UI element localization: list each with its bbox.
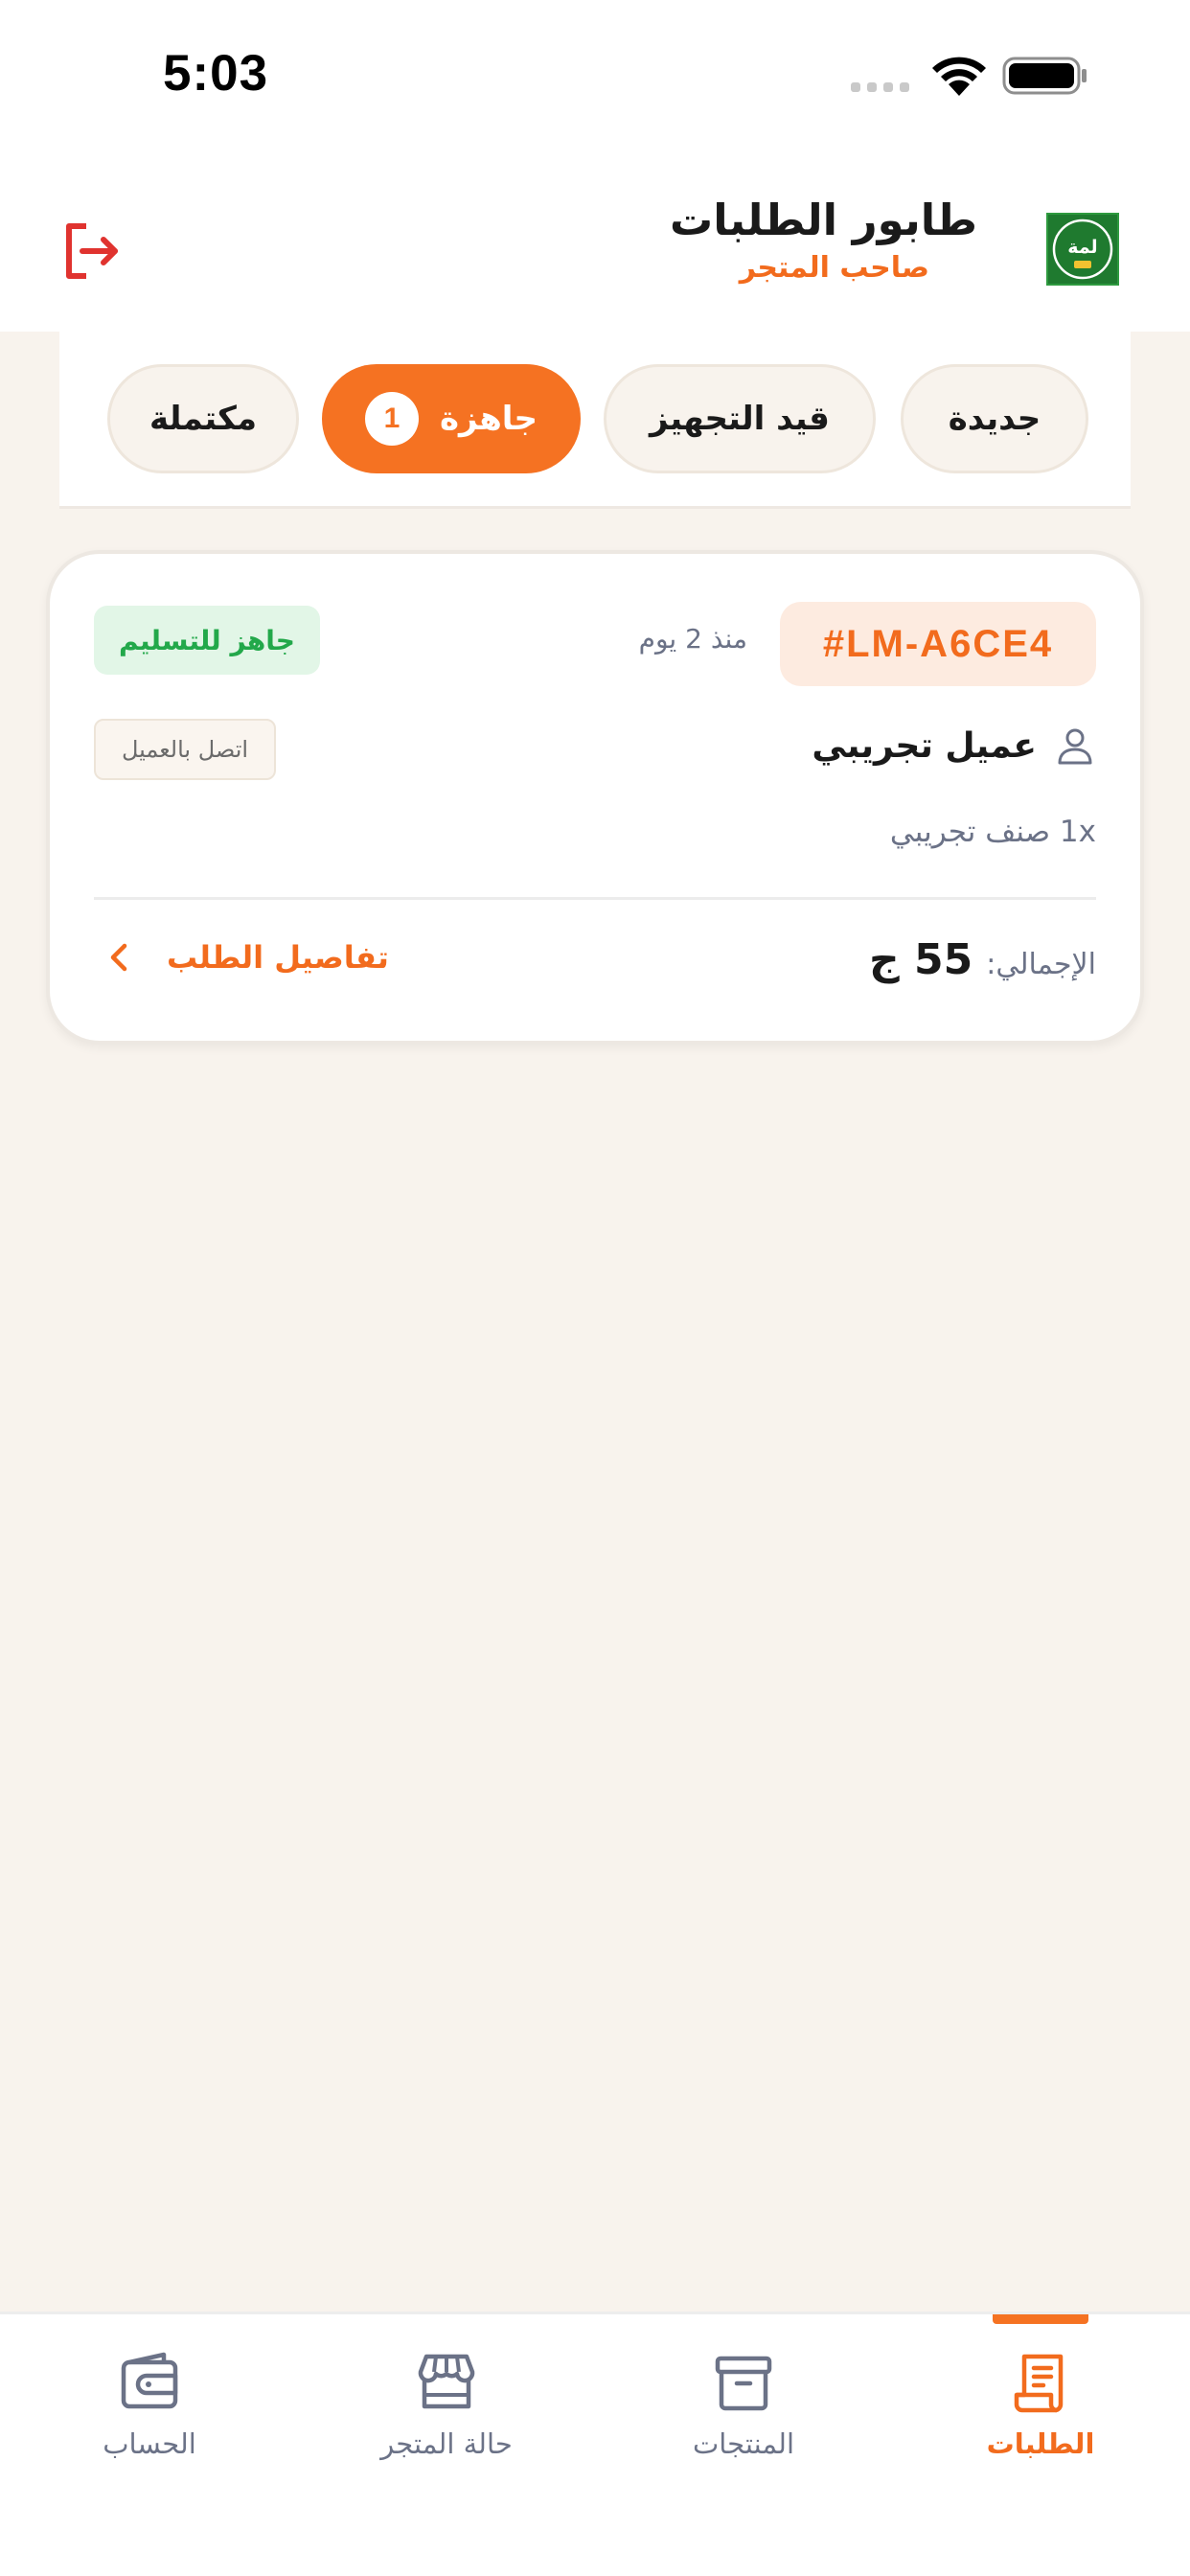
order-age: منذ 2 يوم [638,623,747,655]
nav-label: المنتجات [692,2427,795,2460]
tab-label: جاهزة [439,400,538,438]
customer-name: عميل تجريبي [812,725,1037,766]
nav-label: الطلبات [986,2427,1095,2460]
archive-box-icon [715,2356,772,2411]
nav-label: الحساب [103,2427,196,2460]
chevron-left-icon [110,943,127,972]
tab-new[interactable]: جديدة [901,364,1088,473]
tab-label: جديدة [948,400,1041,438]
battery-icon [1002,57,1087,95]
nav-orders[interactable]: الطلبات [926,2351,1156,2485]
wifi-icon [932,57,986,96]
status-bar: 5:03 [0,0,1190,153]
card-divider [94,897,1096,900]
active-tab-indicator [993,2314,1088,2324]
receipt-icon [1014,2354,1064,2413]
nav-account[interactable]: الحساب [34,2351,264,2485]
order-details-label: تفاصيل الطلب [167,939,389,976]
app-header: طابور الطلبات صاحب المتجر لمة [0,153,1190,332]
page-title: طابور الطلبات [670,195,977,245]
total-value: 55 ج [869,935,973,984]
total-label: الإجمالي: [986,948,1096,981]
customer-row: عميل تجريبي [812,724,1096,767]
tab-label: مكتملة [149,400,257,438]
nav-label: حالة المتجر [380,2427,513,2460]
nav-products[interactable]: المنتجات [629,2351,858,2485]
logout-icon[interactable] [61,220,123,282]
status-time: 5:03 [163,45,269,102]
order-item: 1x صنف تجريبي [889,815,1096,849]
order-status-tabs: جديدة قيد التجهيز جاهزة 1 مكتملة [59,332,1131,509]
bottom-navigation: الطلبات المنتجات حالة المتجر الحساب [0,2312,1190,2576]
tab-completed[interactable]: مكتملة [107,364,299,473]
tab-count-badge: 1 [364,392,419,446]
cellular-signal-icon [851,82,909,92]
order-card: #LM-A6CE4 منذ 2 يوم جاهز للتسليم عميل تج… [46,550,1144,1045]
order-total: الإجمالي: 55 ج [869,935,1096,984]
order-details-link[interactable]: تفاصيل الطلب [105,939,389,976]
tab-preparing[interactable]: قيد التجهيز [604,364,876,473]
order-id-badge: #LM-A6CE4 [780,602,1096,686]
store-logo-text: لمة [1067,237,1097,258]
contact-customer-button[interactable]: اتصل بالعميل [94,719,276,780]
store-logo: لمة [1046,213,1119,286]
page-subtitle: صاحب المتجر [739,251,929,285]
store-logo-badge: لمة [1052,218,1113,280]
wallet-icon [121,2352,178,2409]
tab-label: قيد التجهيز [650,400,830,438]
status-badge: جاهز للتسليم [94,606,320,675]
storefront-icon [418,2354,475,2409]
tab-ready[interactable]: جاهزة 1 [322,364,581,473]
nav-store-status[interactable]: حالة المتجر [332,2351,561,2485]
header-titles: طابور الطلبات صاحب المتجر [670,194,977,289]
user-icon [1058,728,1092,765]
